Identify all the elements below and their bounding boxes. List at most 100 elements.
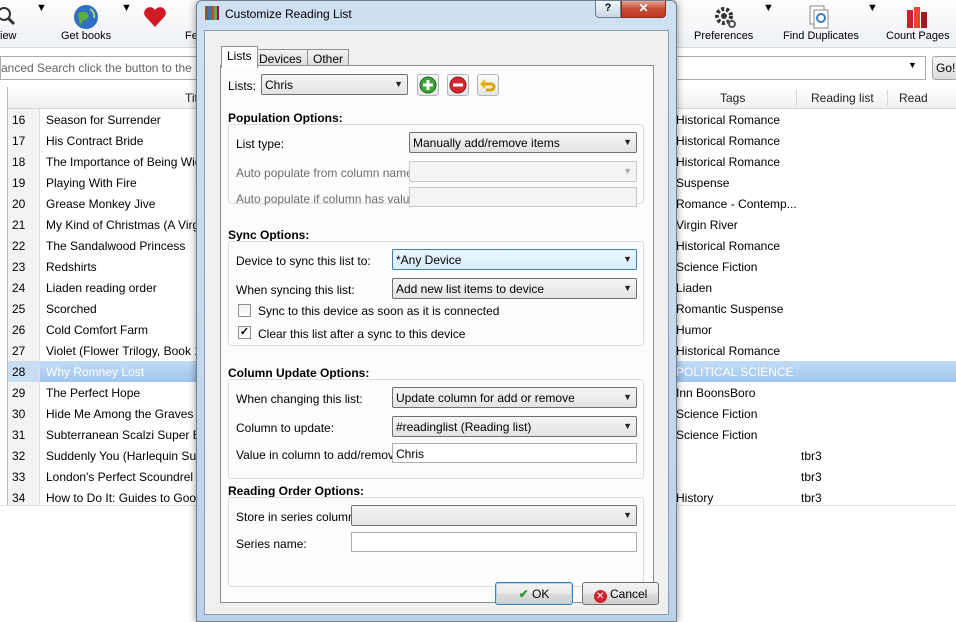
heart-icon: [142, 4, 168, 30]
book-title: The Importance of Being Wicked: [46, 155, 196, 169]
auto-populate-column-label: Auto populate from column name:: [236, 166, 417, 180]
book-reading-list: tbr3: [801, 470, 822, 484]
chevron-down-icon: ▼: [623, 166, 632, 176]
book-tags: History: [676, 491, 714, 505]
cancel-label: Cancel: [609, 587, 648, 601]
lists-combo[interactable]: Chris ▼: [261, 74, 408, 95]
cancel-button[interactable]: ✕ Cancel: [582, 582, 659, 605]
when-syncing-value: Add new list items to device: [396, 282, 545, 296]
column-header-tags[interactable]: Tags: [720, 91, 745, 105]
calibre-app-icon: [205, 6, 219, 20]
row-number: 20: [12, 197, 26, 211]
sync-on-connect-checkbox[interactable]: [238, 304, 251, 317]
minus-icon: [448, 76, 468, 98]
book-title: Playing With Fire: [46, 176, 137, 190]
chevron-down-icon: ▼: [623, 283, 632, 293]
tab-lists[interactable]: Lists: [221, 46, 258, 68]
book-tags: Suspense: [676, 176, 730, 190]
series-column-combo[interactable]: ▼: [351, 505, 637, 526]
row-number: 16: [12, 113, 26, 127]
book-title: Why Romney Lost: [46, 365, 145, 379]
toolbar-count-pages-button[interactable]: Count Pages: [884, 2, 950, 46]
search-text: anced Search click the button to the lef…: [1, 61, 216, 75]
row-number: 21: [12, 218, 26, 232]
book-reading-list: tbr3: [801, 449, 822, 463]
row-number: 27: [12, 344, 26, 358]
customize-reading-list-dialog: Customize Reading List ? ✕ Lists Devices…: [196, 0, 677, 622]
reading-order-options-title: Reading Order Options:: [228, 484, 365, 498]
tab-label: Devices: [259, 52, 302, 66]
value-in-column-label: Value in column to add/remove:: [236, 448, 404, 462]
population-options-title: Population Options:: [228, 111, 343, 125]
device-sync-combo[interactable]: *Any Device ▼: [392, 249, 637, 270]
toolbar-label: Get books: [61, 30, 112, 42]
chevron-down-icon[interactable]: ▼: [867, 2, 878, 46]
chevron-down-icon[interactable]: ▼: [763, 2, 774, 46]
chevron-down-icon[interactable]: ▼: [121, 2, 132, 46]
dialog-client-area: Lists Devices Other Lists: Chris ▼ Popula…: [204, 30, 669, 615]
add-list-button[interactable]: [417, 74, 439, 96]
list-type-label: List type:: [236, 137, 285, 151]
toolbar-fetch-button[interactable]: Fe: [140, 2, 198, 46]
row-number: 18: [12, 155, 26, 169]
toolbar-label: Count Pages: [886, 30, 950, 42]
ok-button[interactable]: ✔ OK: [495, 582, 573, 605]
chevron-down-icon[interactable]: ▼: [908, 60, 917, 70]
book-title: Suddenly You (Harlequin Super: [46, 449, 196, 463]
sync-on-connect-label: Sync to this device as soon as it is con…: [258, 304, 500, 318]
row-number: 28: [12, 365, 26, 379]
book-tags: Science Fiction: [676, 260, 758, 274]
close-button[interactable]: ✕: [621, 1, 666, 18]
series-name-field[interactable]: [351, 532, 637, 552]
lists-label: Lists:: [228, 79, 257, 93]
series-column-label: Store in series column:: [236, 510, 359, 524]
rename-list-button[interactable]: [477, 74, 499, 96]
auto-populate-column-combo[interactable]: ▼: [409, 161, 637, 182]
book-title: My Kind of Christmas (A Virgin River: [46, 218, 196, 232]
when-changing-value: Update column for add or remove: [396, 391, 575, 405]
book-tags: Historical Romance: [676, 155, 781, 169]
row-number: 23: [12, 260, 26, 274]
toolbar-find-duplicates-button[interactable]: Find Duplicates: [780, 2, 864, 46]
toolbar-label: Preferences: [694, 30, 754, 42]
toolbar-view-button[interactable]: iew: [0, 2, 30, 46]
book-tags: Romantic Suspense: [676, 302, 784, 316]
checkmark-icon: ✔: [518, 587, 529, 601]
auto-populate-value-field[interactable]: [409, 187, 637, 207]
column-header-read[interactable]: Read: [899, 91, 928, 105]
when-syncing-combo[interactable]: Add new list items to device ▼: [392, 278, 637, 299]
remove-list-button[interactable]: [447, 74, 469, 96]
row-number: 29: [12, 386, 26, 400]
row-number: 19: [12, 176, 26, 190]
chevron-down-icon: ▼: [623, 254, 632, 264]
row-number: 22: [12, 239, 26, 253]
close-icon: ✕: [638, 1, 649, 15]
chevron-down-icon: ▼: [623, 421, 632, 431]
chevron-down-icon[interactable]: ▼: [36, 2, 47, 46]
column-header-reading-list[interactable]: Reading list: [811, 91, 874, 105]
lists-value: Chris: [265, 78, 294, 92]
row-number: 26: [12, 323, 26, 337]
help-button[interactable]: ?: [595, 1, 621, 18]
toolbar-label: iew: [0, 30, 17, 42]
value-in-column-text: Chris: [396, 447, 425, 461]
toolbar-preferences-button[interactable]: Preferences: [690, 2, 758, 46]
gear-icon: [711, 4, 737, 30]
toolbar-get-books-button[interactable]: Get books: [58, 2, 114, 46]
when-changing-combo[interactable]: Update column for add or remove ▼: [392, 387, 637, 408]
book-title: Subterranean Scalzi Super Bundle: [46, 428, 196, 442]
header-separator: [887, 90, 888, 106]
dialog-title-text: Customize Reading List: [225, 7, 352, 21]
dialog-title: Customize Reading List: [205, 6, 352, 24]
row-number: 25: [12, 302, 26, 316]
tab-label: Other: [313, 52, 344, 66]
value-in-column-field[interactable]: Chris: [392, 443, 637, 463]
go-button[interactable]: Go!: [932, 56, 956, 80]
row-number: 30: [12, 407, 26, 421]
clear-after-sync-checkbox[interactable]: ✓: [238, 326, 251, 339]
device-sync-value: *Any Device: [396, 253, 462, 267]
list-type-combo[interactable]: Manually add/remove items ▼: [409, 132, 637, 153]
column-to-update-label: Column to update:: [236, 421, 335, 435]
toolbar-label: Find Duplicates: [783, 30, 859, 42]
column-to-update-combo[interactable]: #readinglist (Reading list) ▼: [392, 416, 637, 437]
